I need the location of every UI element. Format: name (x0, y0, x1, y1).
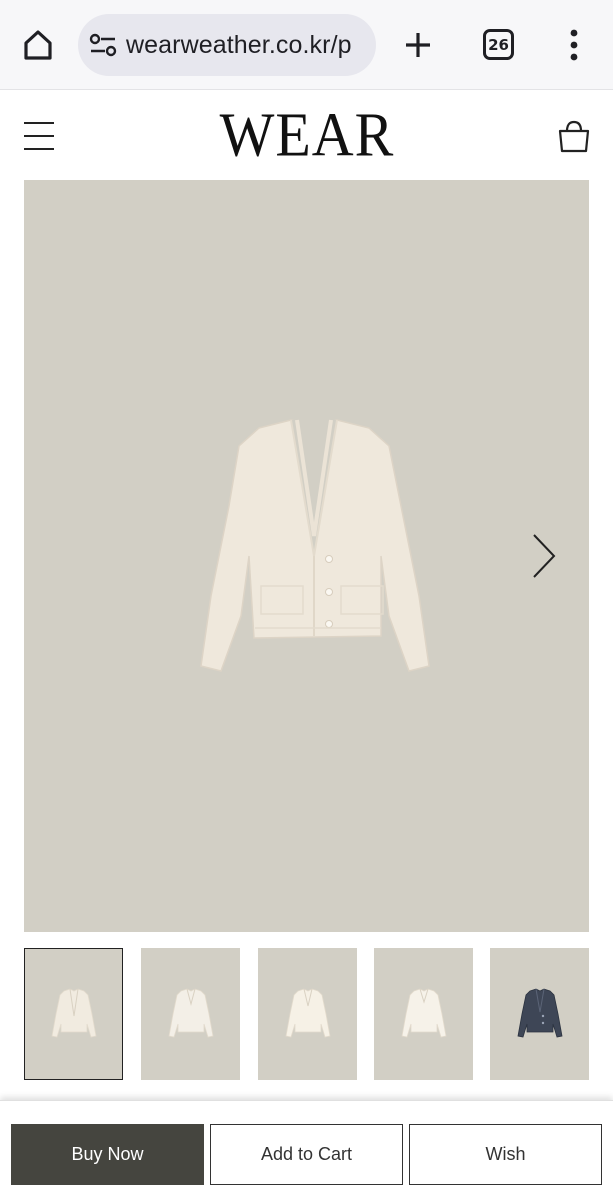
url-text: wearweather.co.kr/p (126, 30, 352, 59)
home-icon (24, 30, 52, 60)
site-info-icon[interactable] (88, 30, 118, 60)
thumbnail-5[interactable] (490, 948, 589, 1080)
plus-icon (406, 33, 430, 57)
new-tab-button[interactable] (398, 25, 438, 65)
thumbnail-4[interactable] (374, 948, 473, 1080)
thumbnail-1[interactable] (24, 948, 123, 1080)
thumbnail-cardigan-icon (401, 988, 446, 1038)
thumbnail-cardigan-icon (51, 988, 96, 1038)
thumbnail-cardigan-icon (517, 988, 562, 1038)
thumbnail-3[interactable] (258, 948, 357, 1080)
chevron-right-icon (533, 534, 556, 578)
more-vert-icon (570, 29, 578, 61)
next-image-button[interactable] (524, 528, 564, 584)
product-main-image[interactable] (24, 180, 589, 932)
add-to-cart-button[interactable]: Add to Cart (210, 1124, 403, 1185)
browser-toolbar: wearweather.co.kr/p 26 (0, 0, 613, 90)
hamburger-menu-icon[interactable] (22, 119, 56, 153)
cardigan-image (200, 419, 430, 672)
buy-now-button[interactable]: Buy Now (11, 1124, 204, 1185)
thumbnail-cardigan-icon (285, 988, 330, 1038)
thumbnail-2[interactable] (141, 948, 240, 1080)
thumbnail-cardigan-icon (168, 988, 213, 1038)
tab-count: 26 (488, 35, 509, 54)
site-header: WEAR WEATHER (0, 91, 613, 252)
purchase-action-bar: Buy Now Add to Cart Wish (0, 1100, 613, 1200)
browser-menu-button[interactable] (556, 25, 592, 65)
address-bar[interactable]: wearweather.co.kr/p (78, 14, 376, 76)
wish-button[interactable]: Wish (409, 1124, 602, 1185)
tab-switcher-button[interactable]: 26 (483, 29, 514, 60)
home-button[interactable] (18, 25, 58, 65)
cart-button[interactable] (554, 117, 594, 157)
brand-logo[interactable]: WEAR WEATHER (90, 94, 524, 251)
thumbnail-strip (24, 948, 589, 1082)
shopping-bag-icon (558, 120, 590, 153)
